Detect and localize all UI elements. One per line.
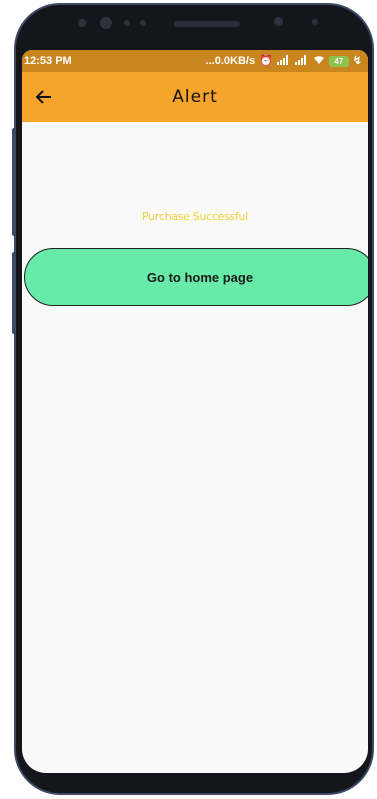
purchase-status-message: Purchase Successful [142, 210, 248, 223]
network-speed: ...0.0KB/s [205, 55, 256, 67]
front-sensor [78, 19, 86, 27]
front-camera [100, 17, 112, 29]
front-sensor [140, 20, 146, 26]
app-bar: Alert [22, 72, 368, 122]
go-home-button[interactable]: Go to home page [24, 248, 368, 306]
battery-icon: 47 [328, 55, 349, 67]
alarm-icon: ⏰ [259, 54, 273, 67]
wifi-icon [313, 55, 325, 68]
alert-content: Purchase Successful Go to home page [22, 122, 368, 773]
phone-screen: 12:53 PM ...0.0KB/s ⏰ 47 ↯ Alert Purchas… [22, 50, 368, 773]
phone-frame: 12:53 PM ...0.0KB/s ⏰ 47 ↯ Alert Purchas… [14, 3, 374, 795]
arrow-left-icon [35, 90, 51, 104]
status-indicators: ...0.0KB/s ⏰ 47 ↯ [205, 54, 362, 68]
front-sensor [274, 17, 283, 26]
signal-icon [294, 54, 309, 68]
status-bar: 12:53 PM ...0.0KB/s ⏰ 47 ↯ [22, 50, 368, 72]
charging-icon: ↯ [352, 54, 362, 67]
status-time: 12:53 PM [24, 55, 72, 67]
top-bezel [16, 5, 372, 53]
front-sensor [312, 19, 318, 25]
earpiece-speaker [174, 21, 240, 27]
page-title: Alert [172, 87, 218, 107]
back-button[interactable] [32, 85, 56, 109]
front-sensor [124, 20, 130, 26]
signal-icon [276, 54, 291, 68]
